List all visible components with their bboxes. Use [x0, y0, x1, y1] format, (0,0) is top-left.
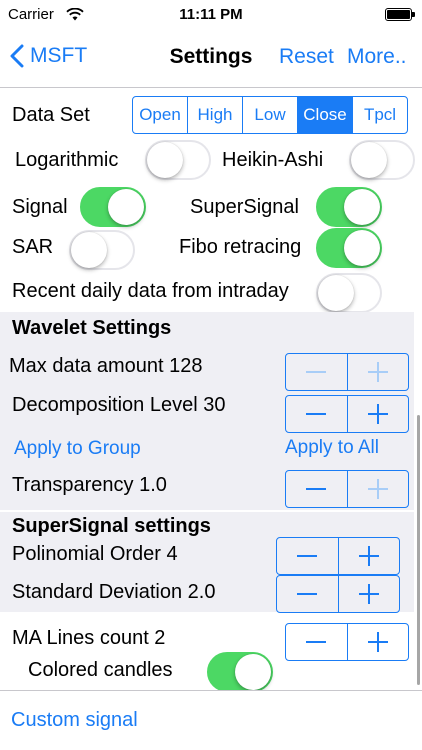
clock-time: 11:11 PM: [179, 6, 243, 23]
logarithmic-switch[interactable]: [145, 140, 211, 180]
minus-icon: [306, 413, 327, 415]
segment-close[interactable]: Close: [298, 97, 353, 133]
supersignal-label: SuperSignal: [190, 196, 299, 218]
decomposition-level-label: Decomposition Level 30: [12, 394, 226, 416]
colored-candles-label: Colored candles: [28, 659, 173, 681]
decomposition-decrement-button[interactable]: [286, 396, 347, 432]
plus-icon: [367, 404, 388, 424]
polinomial-decrement-button[interactable]: [277, 538, 338, 574]
custom-signal-button[interactable]: Custom signal: [11, 709, 138, 732]
transparency-label: Transparency 1.0: [12, 474, 167, 496]
segment-tpcl[interactable]: Tpcl: [353, 97, 407, 133]
signal-switch[interactable]: [80, 187, 146, 227]
max-data-increment-button[interactable]: [346, 354, 409, 390]
polinomial-order-label: Polinomial Order 4: [12, 543, 178, 565]
wavelet-settings-title: Wavelet Settings: [12, 317, 172, 339]
apply-to-all-button[interactable]: Apply to All: [285, 437, 379, 459]
std-dev-increment-button[interactable]: [337, 576, 400, 612]
status-bar: Carrier 11:11 PM: [0, 0, 422, 30]
data-set-segmented-control: Open High Low Close Tpcl: [132, 96, 408, 134]
segment-low[interactable]: Low: [243, 97, 298, 133]
ma-lines-increment-button[interactable]: [346, 624, 409, 660]
minus-icon: [306, 641, 327, 643]
recent-daily-label: Recent daily data from intraday: [12, 280, 289, 302]
segment-high[interactable]: High: [188, 97, 243, 133]
battery-icon: [385, 8, 412, 21]
sar-label: SAR: [12, 236, 54, 258]
data-set-label: Data Set: [12, 104, 90, 126]
ma-lines-count-label: MA Lines count 2: [12, 627, 166, 649]
apply-to-group-button[interactable]: Apply to Group: [14, 438, 141, 460]
sar-switch[interactable]: [69, 230, 135, 270]
decomposition-level-stepper: [285, 395, 409, 433]
ma-lines-stepper: [285, 623, 409, 661]
nav-divider: [0, 87, 422, 88]
signal-label: Signal: [12, 196, 68, 218]
transparency-decrement-button[interactable]: [286, 471, 347, 507]
logarithmic-label: Logarithmic: [15, 149, 119, 171]
ma-lines-decrement-button[interactable]: [286, 624, 347, 660]
segment-open[interactable]: Open: [133, 97, 188, 133]
plus-icon: [367, 632, 388, 652]
scroll-indicator[interactable]: [417, 415, 420, 685]
bottom-toolbar: Custom signal: [0, 690, 422, 750]
heikin-ashi-label: Heikin-Ashi: [222, 149, 324, 171]
polinomial-order-stepper: [276, 537, 400, 575]
colored-candles-switch[interactable]: [207, 652, 273, 692]
std-dev-decrement-button[interactable]: [277, 576, 338, 612]
more-button[interactable]: More..: [347, 45, 407, 69]
supersignal-switch[interactable]: [316, 187, 382, 227]
max-data-stepper: [285, 353, 409, 391]
polinomial-increment-button[interactable]: [337, 538, 400, 574]
fibo-retracing-switch[interactable]: [316, 228, 382, 268]
fibo-retracing-label: Fibo retracing: [179, 236, 302, 258]
plus-icon: [358, 546, 379, 566]
standard-deviation-label: Standard Deviation 2.0: [12, 581, 216, 603]
supersignal-settings-title: SuperSignal settings: [12, 515, 211, 537]
transparency-stepper: [285, 470, 409, 508]
recent-daily-switch[interactable]: [316, 273, 382, 313]
max-data-decrement-button[interactable]: [286, 354, 347, 390]
plus-icon: [367, 362, 388, 382]
plus-icon: [358, 584, 379, 604]
heikin-ashi-switch[interactable]: [349, 140, 415, 180]
minus-icon: [306, 371, 327, 373]
standard-deviation-stepper: [276, 575, 400, 613]
max-data-label: Max data amount 128: [9, 355, 203, 377]
transparency-increment-button[interactable]: [346, 471, 409, 507]
minus-icon: [306, 488, 327, 490]
minus-icon: [297, 593, 318, 595]
decomposition-increment-button[interactable]: [346, 396, 409, 432]
plus-icon: [367, 479, 388, 499]
minus-icon: [297, 555, 318, 557]
reset-button[interactable]: Reset: [279, 45, 334, 69]
